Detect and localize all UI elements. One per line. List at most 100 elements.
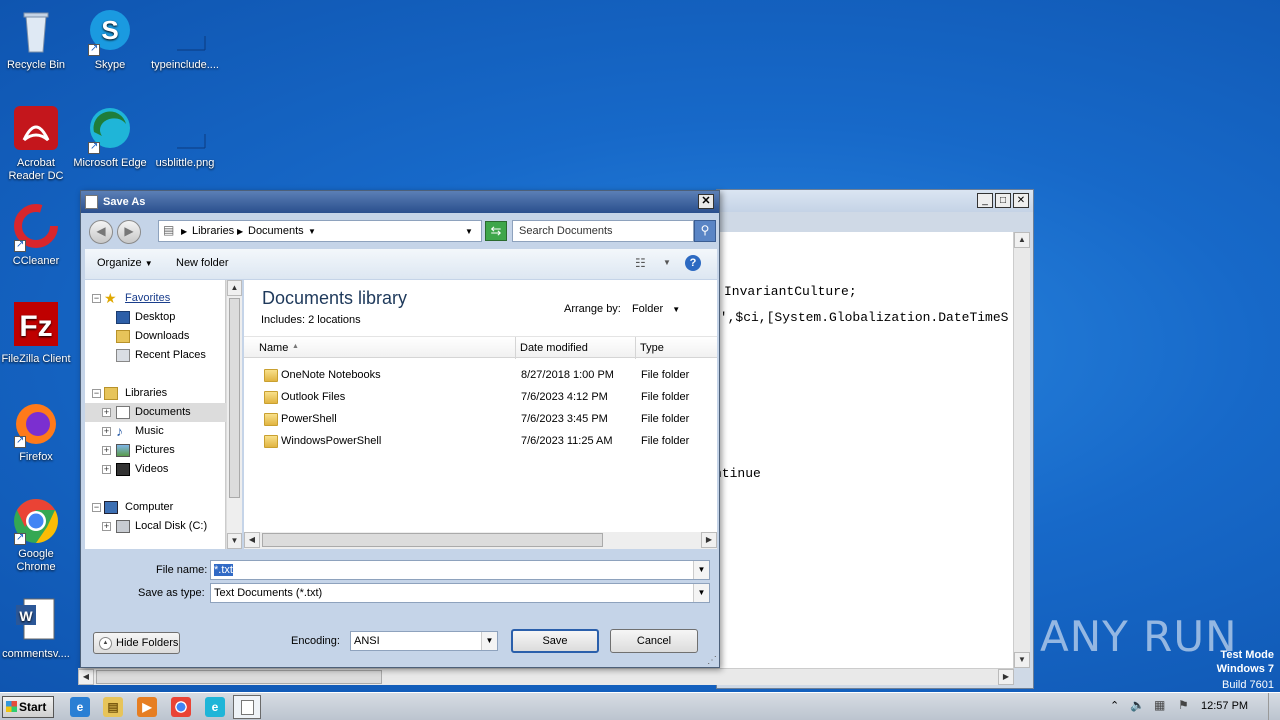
show-desktop-button[interactable] (1268, 693, 1280, 720)
file-row[interactable]: PowerShell 7/6/2023 3:45 PM File folder (244, 409, 717, 431)
collapse-icon[interactable]: − (92, 503, 101, 512)
organize-button[interactable]: Organize ▼ (97, 257, 153, 269)
clock[interactable]: 12:57 PM (1201, 700, 1248, 712)
close-button[interactable]: ✕ (698, 194, 714, 209)
notepad-text-area[interactable]: InvariantCulture; k',$ci,[System.Globali… (718, 232, 1014, 668)
nav-item-desktop[interactable]: Desktop (85, 308, 226, 327)
volume-icon[interactable]: 🔈 (1130, 698, 1145, 712)
desktop-icon-chrome[interactable]: Google Chrome (0, 497, 74, 574)
desktop-icon-usblittle[interactable]: usblittle.png (147, 106, 223, 170)
save-as-type-select[interactable]: Text Documents (*.txt) ▼ (210, 583, 710, 603)
expand-icon[interactable]: + (102, 446, 111, 455)
dialog-titlebar[interactable]: Save As ✕ (81, 191, 719, 213)
search-icon[interactable]: ⚲ (694, 220, 716, 242)
scroll-up-button[interactable]: ▲ (227, 280, 242, 296)
new-folder-button[interactable]: New folder (176, 257, 229, 269)
file-row[interactable]: OneNote Notebooks 8/27/2018 1:00 PM File… (244, 365, 717, 387)
resize-grip-icon[interactable]: ⋰ (707, 655, 717, 666)
scroll-thumb[interactable] (262, 533, 603, 547)
nav-item-computer[interactable]: − Computer (85, 498, 226, 517)
column-type[interactable]: Type (640, 342, 664, 354)
desktop-icon-recycle-bin[interactable]: Recycle Bin (0, 8, 74, 72)
expand-icon[interactable]: + (102, 427, 111, 436)
scroll-down-button[interactable]: ▼ (1014, 652, 1030, 668)
nav-item-music[interactable]: + ♪ Music (85, 422, 226, 441)
desktop-icon-firefox[interactable]: Firefox (0, 400, 74, 464)
scroll-left-button[interactable]: ◀ (244, 532, 260, 548)
nav-item-documents[interactable]: + Documents (85, 403, 226, 422)
show-hidden-icons-icon[interactable]: ⌃ (1110, 699, 1119, 712)
desktop-icon-filezilla[interactable]: Fz FileZilla Client (0, 302, 74, 366)
cancel-button[interactable]: Cancel (610, 629, 698, 653)
desktop-icon-ccleaner[interactable]: CCleaner (0, 204, 74, 268)
chrome-taskbar-icon[interactable] (171, 697, 191, 717)
chevron-right-icon[interactable]: ▶ (237, 227, 243, 236)
scroll-up-button[interactable]: ▲ (1014, 232, 1030, 248)
desktop-icon-edge[interactable]: Microsoft Edge (72, 106, 148, 170)
file-list-hscrollbar[interactable]: ◀ ▶ (244, 532, 717, 549)
refresh-button[interactable]: ⇆ (485, 221, 507, 241)
hide-folders-button[interactable]: Hide Folders (93, 632, 180, 654)
media-player-icon[interactable]: ▶ (137, 697, 157, 717)
scroll-thumb[interactable] (229, 298, 240, 498)
nav-pane-scrollbar[interactable]: ▲ ▼ (226, 280, 242, 549)
desktop-icon-commentsv[interactable]: W commentsv.... (0, 597, 74, 661)
chevron-down-icon[interactable]: ▼ (672, 305, 680, 314)
desktop-icon-acrobat[interactable]: Acrobat Reader DC (0, 106, 74, 183)
desktop-icon-typeinclude[interactable]: typeinclude.... (147, 8, 223, 72)
column-separator[interactable] (635, 337, 636, 359)
scroll-right-button[interactable]: ▶ (998, 669, 1014, 685)
horizontal-scrollbar[interactable]: ◀ ▶ (78, 668, 1014, 685)
forward-button[interactable]: ▶ (117, 220, 141, 244)
nav-item-videos[interactable]: + Videos (85, 460, 226, 479)
chevron-down-icon[interactable]: ▼ (663, 258, 671, 267)
expand-icon[interactable]: + (102, 522, 111, 531)
address-dropdown-icon[interactable]: ▼ (465, 227, 473, 236)
chevron-down-icon[interactable]: ▼ (308, 227, 316, 236)
arrange-dropdown[interactable]: Folder (632, 303, 663, 315)
chevron-down-icon[interactable]: ▼ (693, 584, 709, 602)
save-as-dialog[interactable]: Save As ✕ ◀ ▶ ▤ ▶ Libraries ▶ Documents … (80, 190, 720, 668)
collapse-icon[interactable]: − (92, 294, 101, 303)
file-name-input[interactable]: *.txt ▼ (210, 560, 710, 580)
breadcrumb-libraries[interactable]: Libraries (192, 225, 234, 237)
column-separator[interactable] (515, 337, 516, 359)
scroll-left-button[interactable]: ◀ (78, 669, 94, 685)
minimize-button[interactable]: _ (977, 193, 993, 208)
scroll-right-button[interactable]: ▶ (701, 532, 717, 548)
vertical-scrollbar[interactable]: ▲ ▼ (1013, 232, 1030, 668)
internet-explorer-icon[interactable]: e (70, 697, 90, 717)
column-date-modified[interactable]: Date modified (520, 342, 588, 354)
nav-item-downloads[interactable]: Downloads (85, 327, 226, 346)
search-input[interactable]: Search Documents (512, 220, 694, 242)
file-row[interactable]: WindowsPowerShell 7/6/2023 11:25 AM File… (244, 431, 717, 453)
nav-item-local-disk[interactable]: + Local Disk (C:) (85, 517, 226, 536)
back-button[interactable]: ◀ (89, 220, 113, 244)
close-button[interactable]: ✕ (1013, 193, 1029, 208)
save-button[interactable]: Save (511, 629, 599, 653)
scroll-down-button[interactable]: ▼ (227, 533, 242, 549)
expand-icon[interactable]: + (102, 408, 111, 417)
notepad-taskbar-button[interactable] (233, 695, 261, 719)
scroll-thumb[interactable] (96, 670, 382, 684)
nav-item-recent-places[interactable]: Recent Places (85, 346, 226, 365)
maximize-button[interactable]: □ (995, 193, 1011, 208)
view-options-icon[interactable]: ☷ (635, 256, 646, 270)
start-button[interactable]: Start (2, 696, 54, 718)
file-explorer-icon[interactable]: ▤ (103, 697, 123, 717)
chevron-down-icon[interactable]: ▼ (693, 561, 709, 579)
network-icon[interactable]: ▦ (1154, 698, 1165, 712)
address-bar[interactable]: ▤ ▶ Libraries ▶ Documents ▼ ▼ (158, 220, 482, 242)
column-name[interactable]: Name (259, 342, 288, 354)
encoding-select[interactable]: ANSI ▼ (350, 631, 498, 651)
desktop-icon-skype[interactable]: S Skype (72, 8, 148, 72)
edge-taskbar-icon[interactable]: e (205, 697, 225, 717)
nav-item-libraries[interactable]: − Libraries (85, 384, 226, 403)
breadcrumb-documents[interactable]: Documents (248, 225, 304, 237)
nav-item-pictures[interactable]: + Pictures (85, 441, 226, 460)
action-center-flag-icon[interactable]: ⚑ (1178, 698, 1189, 712)
library-includes[interactable]: Includes: 2 locations (261, 314, 361, 326)
help-icon[interactable]: ? (685, 255, 701, 271)
nav-item-favorites[interactable]: − ★ Favorites (85, 289, 226, 308)
collapse-icon[interactable]: − (92, 389, 101, 398)
